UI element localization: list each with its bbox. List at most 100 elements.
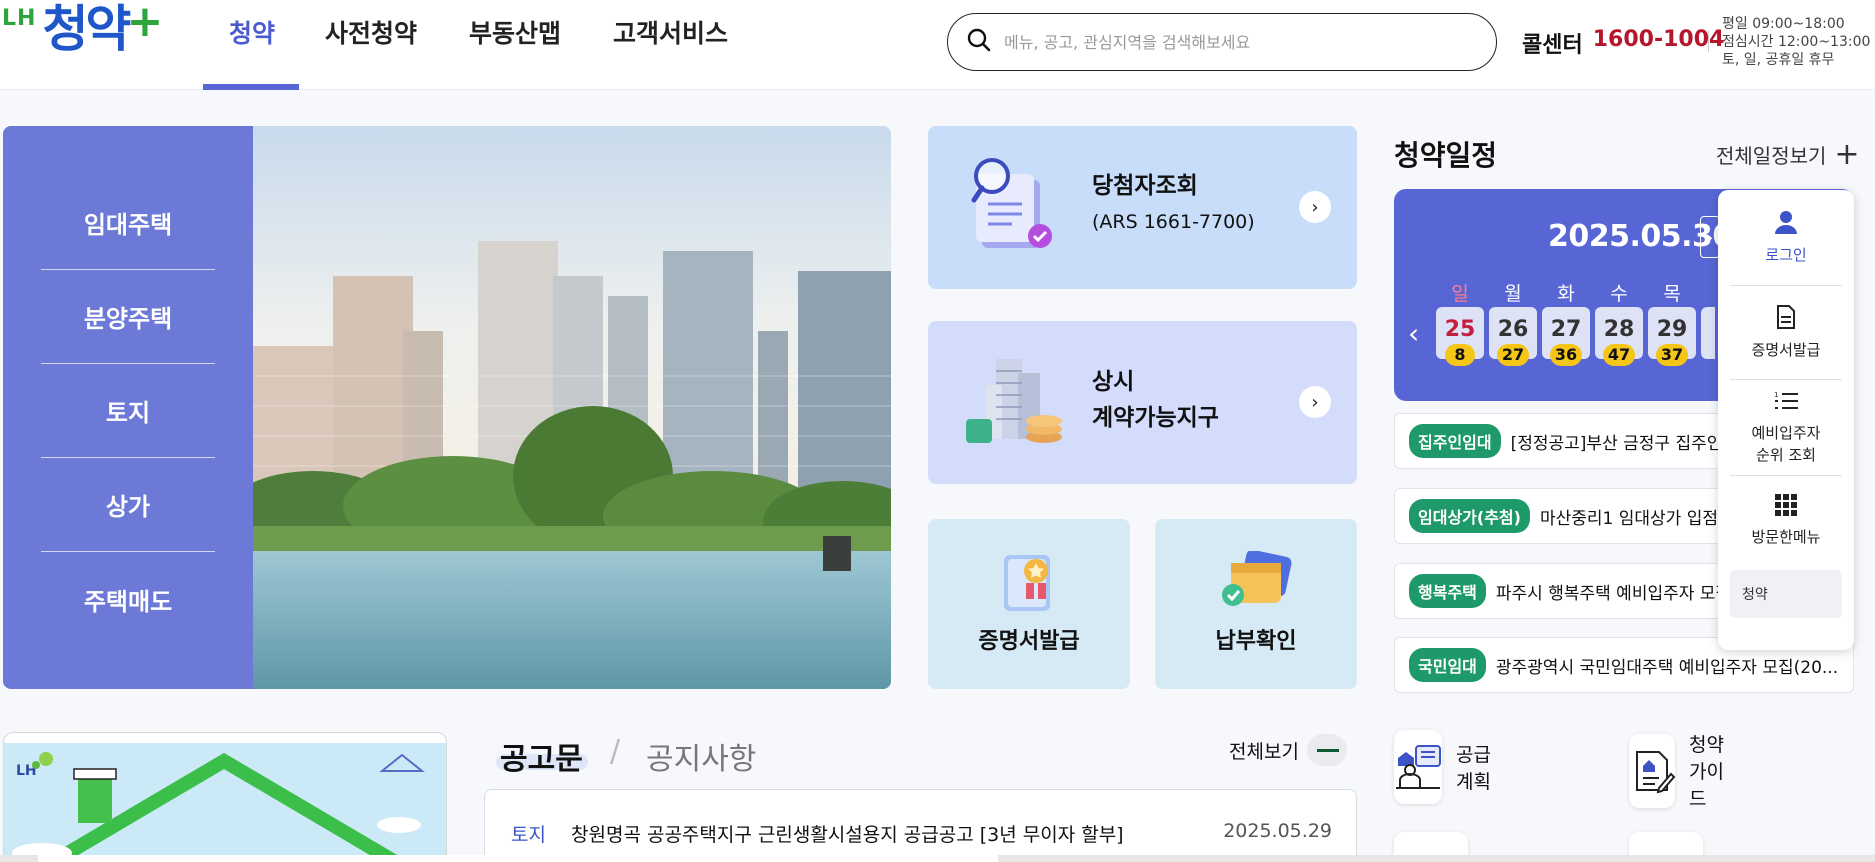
schedule-count-badge: 47: [1603, 344, 1635, 366]
certificate-issue-card[interactable]: 증명서발급: [928, 519, 1130, 689]
notice-type-badge: 국민임대: [1409, 648, 1486, 682]
announcement-list: 토지 창원명곡 공공주택지구 근린생활시설용지 공급공고 [3년 무이자 할부]…: [484, 789, 1357, 862]
certificate-icon: [996, 549, 1062, 619]
certificate-issue-title: 증명서발급: [978, 629, 1080, 654]
nav-item-subscription[interactable]: 청약: [203, 0, 300, 90]
guide-document-icon: [1629, 733, 1675, 808]
quick-link-supply-plan-label: 공급계획: [1456, 744, 1491, 793]
weekday-tue: 화: [1557, 283, 1575, 305]
callcenter-label: 콜센터: [1522, 33, 1583, 58]
announcement-date: 2025.05.29: [1223, 820, 1332, 842]
chevron-right-icon[interactable]: ›: [1299, 386, 1331, 418]
notice-title: 광주광역시 국민임대주택 예비입주자 모집(20...: [1495, 657, 1839, 678]
contract-title-line1: 상시: [1092, 369, 1135, 395]
schedule-view-all-label: 전체일정보기: [1716, 144, 1827, 168]
search-icon[interactable]: [966, 27, 992, 57]
announcement-category: 토지: [511, 824, 546, 846]
schedule-title: 청약일정: [1394, 139, 1498, 172]
weekday-thu: 목: [1663, 283, 1681, 305]
winner-check-card[interactable]: 당첨자조회 (ARS 1661-7700) ›: [928, 126, 1357, 289]
float-login-button[interactable]: 로그인: [1730, 190, 1842, 286]
notices-view-all-button[interactable]: 전체보기: [1229, 734, 1347, 766]
plus-icon: +: [1834, 136, 1860, 172]
business-hours: 평일 09:00~18:00 점심시간 12:00~13:00 토, 일, 공휴…: [1722, 15, 1870, 69]
weekday-sun: 일: [1451, 283, 1469, 305]
logo-lh: LH: [2, 6, 37, 31]
weekday-wed: 수: [1610, 283, 1628, 305]
calendar-day-partial: [1701, 307, 1715, 359]
presentation-icon: [1394, 730, 1442, 804]
site-header: LH 청약 + 청약 사전청약 부동산맵 고객서비스 콜센터 1600-1004…: [0, 0, 1875, 90]
tab-separator: /: [610, 734, 621, 769]
winner-check-title: 당첨자조회: [1092, 173, 1198, 199]
search-bar: [947, 13, 1497, 71]
horizontal-scrollbar[interactable]: [0, 855, 1875, 862]
calendar-prev-icon[interactable]: ‹: [1408, 317, 1419, 350]
schedule-count-badge: 8: [1445, 344, 1475, 366]
float-visited-label: 방문한메뉴: [1751, 528, 1821, 546]
schedule-count-badge: 36: [1550, 344, 1582, 366]
grid-icon: [1775, 494, 1797, 522]
schedule-view-all-button[interactable]: 전체일정보기 +: [1716, 136, 1860, 172]
divider: [1708, 30, 1709, 52]
user-icon: [1775, 210, 1797, 240]
float-rank-check-button[interactable]: 1 예비입주자 순위 조회: [1730, 380, 1842, 476]
schedule-count-badge: 27: [1497, 344, 1529, 366]
quick-link-guide-label: 청약가이드: [1689, 734, 1724, 810]
promo-banner-image: LH: [4, 743, 446, 862]
callcenter: 콜센터 1600-1004: [1522, 27, 1724, 59]
tab-notices[interactable]: 공지사항: [646, 734, 756, 778]
notice-type-badge: 임대상가(추첨): [1409, 499, 1530, 533]
hours-lunch: 점심시간 12:00~13:00: [1722, 34, 1871, 50]
svg-text:1: 1: [1774, 391, 1778, 399]
building-coins-icon: [966, 351, 1066, 455]
menu-commercial[interactable]: 상가: [41, 458, 215, 552]
site-logo[interactable]: LH 청약 +: [2, 0, 163, 64]
winner-check-ars: (ARS 1661-7700): [1092, 211, 1255, 233]
menu-rental-housing[interactable]: 임대주택: [41, 126, 215, 270]
floating-quick-menu: 로그인 증명서발급 1 예비입주자 순위 조회 방문한메뉴 청약: [1718, 190, 1854, 650]
menu-house-sale[interactable]: 주택매도: [41, 552, 215, 646]
nav-item-pre-subscription[interactable]: 사전청약: [299, 0, 443, 90]
float-visited-menu-button[interactable]: 방문한메뉴: [1730, 476, 1842, 566]
weekday-mon: 월: [1504, 283, 1522, 305]
promo-banner[interactable]: LH: [3, 732, 447, 862]
main-nav: 청약 사전청약 부동산맵 고객서비스: [203, 0, 754, 90]
nav-item-customer-service[interactable]: 고객서비스: [587, 0, 754, 90]
float-rank-line1: 예비입주자: [1751, 423, 1821, 442]
hero-apartment-image: [253, 126, 891, 689]
notice-type-badge: 행복주택: [1409, 574, 1486, 608]
schedule-count-badge: 37: [1656, 344, 1688, 366]
contract-district-card[interactable]: 상시 계약가능지구 ›: [928, 321, 1357, 484]
document-icon: [1776, 304, 1796, 335]
contract-title-line2: 계약가능지구: [1092, 405, 1219, 431]
search-input[interactable]: [1004, 32, 1464, 52]
logo-plus: +: [126, 0, 164, 47]
menu-sale-housing[interactable]: 분양주택: [41, 270, 215, 364]
payment-check-card[interactable]: 납부확인: [1155, 519, 1357, 689]
calendar-next-icon[interactable]: ›: [1700, 216, 1720, 258]
float-certificate-label: 증명서발급: [1751, 340, 1821, 359]
float-certificate-button[interactable]: 증명서발급: [1730, 286, 1842, 380]
visited-menu-item[interactable]: 청약: [1730, 570, 1842, 618]
menu-land[interactable]: 토지: [41, 364, 215, 458]
quick-link-supply-plan[interactable]: 공급계획: [1394, 730, 1499, 804]
notices-view-all-label: 전체보기: [1229, 740, 1299, 763]
hours-holiday: 토, 일, 공휴일 휴무: [1722, 52, 1835, 68]
chevron-right-icon[interactable]: ›: [1299, 191, 1331, 223]
payment-check-title: 납부확인: [1215, 629, 1297, 654]
nav-item-real-estate-map[interactable]: 부동산맵: [443, 0, 587, 90]
scrollbar-thumb[interactable]: [38, 855, 998, 862]
hours-weekday: 평일 09:00~18:00: [1722, 16, 1845, 32]
view-all-toggle-icon: [1306, 734, 1347, 766]
notice-type-badge: 집주인임대: [1409, 424, 1501, 458]
float-login-label: 로그인: [1765, 245, 1807, 264]
tab-announcements[interactable]: 공고문: [500, 734, 583, 778]
wallet-check-icon: [1221, 549, 1293, 615]
housing-category-menu: 임대주택 분양주택 토지 상가 주택매도: [3, 126, 253, 689]
quick-link-guide[interactable]: 청약가이드: [1629, 730, 1734, 811]
float-rank-line2: 순위 조회: [1756, 445, 1816, 464]
logo-main: 청약: [42, 0, 131, 58]
callcenter-number[interactable]: 1600-1004: [1593, 27, 1725, 59]
document-search-icon: [968, 154, 1058, 258]
